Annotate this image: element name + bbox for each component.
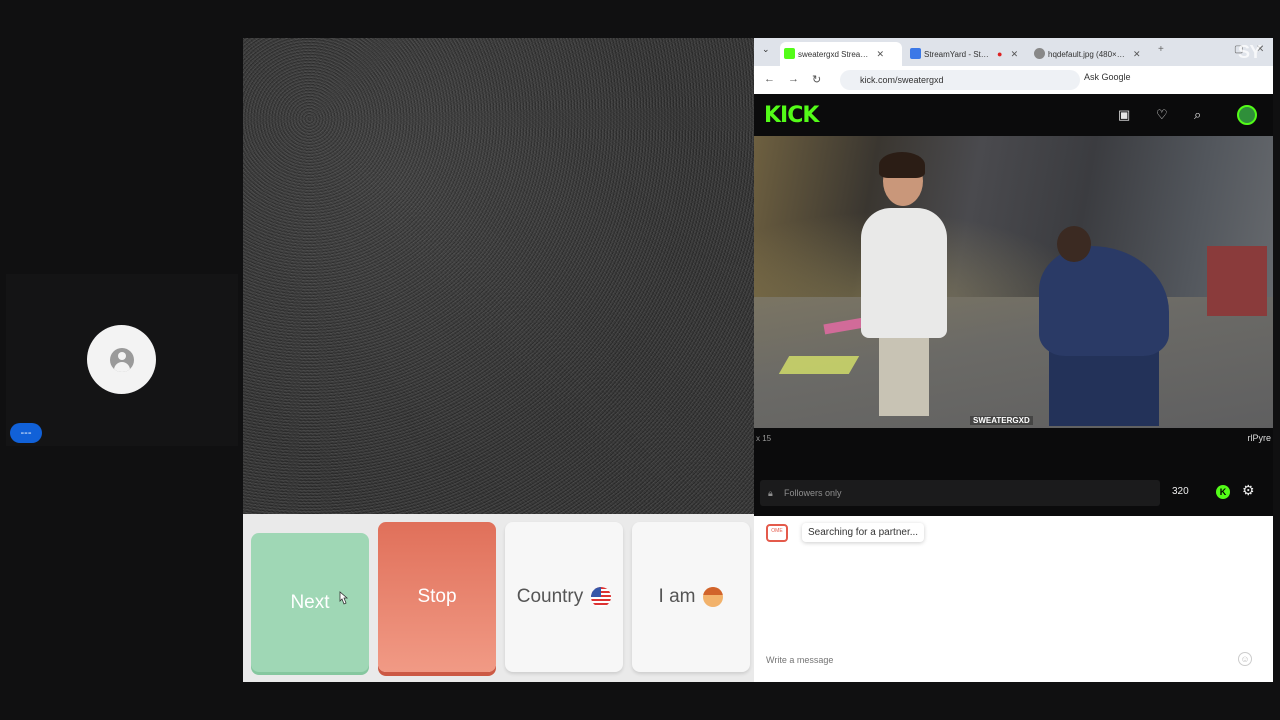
video-person-bystander bbox=[1029, 226, 1179, 426]
lock-icon: 🔒︎ bbox=[768, 488, 773, 498]
next-button[interactable]: Next bbox=[251, 533, 369, 672]
streamyard-stage: --- Next Stop Country I am ⌄ sweatergxd … bbox=[0, 0, 1280, 720]
participant-name-badge[interactable]: --- bbox=[10, 423, 42, 443]
new-tab-icon[interactable]: + bbox=[1158, 44, 1164, 55]
country-button-label: Country bbox=[516, 586, 584, 607]
search-icon[interactable]: ⌕ bbox=[1194, 107, 1201, 123]
recording-icon: ● bbox=[997, 49, 1003, 59]
globe-icon bbox=[1034, 48, 1045, 59]
url-text: kick.com/sweatergxd bbox=[860, 75, 944, 85]
viewer-count: 320 bbox=[1172, 486, 1189, 497]
video-scene-cart bbox=[1207, 246, 1267, 316]
person-icon bbox=[109, 347, 134, 372]
emoji-icon[interactable]: ☺ bbox=[1238, 652, 1252, 666]
tab-kick-label: sweatergxd Strea… bbox=[798, 50, 869, 59]
tab-strip: ⌄ sweatergxd Strea… ✕ StreamYard - St… ●… bbox=[754, 38, 1273, 66]
participant-avatar bbox=[87, 325, 156, 394]
stop-button-label: Stop bbox=[417, 586, 457, 607]
user-avatar[interactable] bbox=[1237, 105, 1257, 125]
heart-icon[interactable]: ♡ bbox=[1156, 107, 1168, 123]
close-icon[interactable]: ✕ bbox=[1011, 49, 1019, 59]
back-icon[interactable]: ← bbox=[764, 73, 775, 85]
us-flag-icon bbox=[591, 587, 612, 607]
country-button[interactable]: Country bbox=[505, 522, 623, 672]
tab-streamyard-label: StreamYard - St… bbox=[924, 50, 989, 59]
video-overlay-tag: SWEATERGXD bbox=[970, 416, 1033, 425]
ome-chat-panel: OME Searching for a partner... ☺ bbox=[758, 516, 1266, 678]
ome-control-bar: Next Stop Country I am bbox=[243, 514, 754, 682]
tab-streamyard[interactable]: StreamYard - St… ● ✕ bbox=[906, 42, 1024, 66]
mouse-cursor-icon bbox=[339, 591, 349, 605]
ask-google-button[interactable]: Ask Google bbox=[1084, 72, 1131, 82]
status-message: Searching for a partner... bbox=[802, 523, 925, 542]
close-icon[interactable]: ✕ bbox=[877, 49, 885, 59]
streamyard-watermark-logo: SY bbox=[1237, 42, 1262, 62]
next-button-label: Next bbox=[290, 591, 330, 613]
stop-button[interactable]: Stop bbox=[378, 522, 496, 672]
forward-icon[interactable]: → bbox=[788, 73, 799, 85]
tab-hqdefault-label: hqdefault.jpg (480×… bbox=[1048, 50, 1125, 59]
kick-badge-icon[interactable]: K bbox=[1216, 485, 1230, 499]
chat-right-text: rlPyre bbox=[1247, 433, 1271, 443]
streamyard-icon bbox=[910, 48, 921, 59]
video-static-feed bbox=[243, 38, 754, 514]
reload-icon[interactable]: ↻ bbox=[812, 73, 821, 86]
kick-chat-input[interactable]: 🔒︎ Followers only bbox=[760, 480, 1160, 506]
participant-tile: --- bbox=[6, 274, 238, 446]
chat-left-text: x 15 bbox=[756, 434, 772, 443]
chat-strip: x 15 rlPyre bbox=[754, 428, 1273, 454]
i-am-button[interactable]: I am bbox=[632, 522, 750, 672]
tab-hqdefault[interactable]: hqdefault.jpg (480×… ✕ bbox=[1030, 42, 1148, 66]
message-input[interactable] bbox=[766, 655, 1236, 665]
gear-icon[interactable]: ⚙ bbox=[1242, 482, 1255, 499]
browser-window: ⌄ sweatergxd Strea… ✕ StreamYard - St… ●… bbox=[754, 38, 1273, 516]
ome-tv-icon: OME bbox=[766, 524, 788, 542]
close-icon[interactable]: ✕ bbox=[1133, 49, 1141, 59]
kick-chat-placeholder: Followers only bbox=[784, 488, 842, 498]
live-video-player[interactable]: SWEATERGXD bbox=[754, 136, 1273, 428]
video-scene-chalk bbox=[778, 356, 860, 374]
browse-icon[interactable]: ▣ bbox=[1118, 107, 1130, 123]
kick-chat-controls: 🔒︎ Followers only 320 K ⚙ bbox=[754, 454, 1273, 516]
tab-search-icon[interactable]: ⌄ bbox=[762, 44, 770, 55]
video-person-streamer bbox=[859, 152, 949, 426]
kick-header: KICK ▣ ♡ ⌕ bbox=[754, 94, 1273, 136]
shared-screen: Next Stop Country I am ⌄ sweatergxd Stre… bbox=[243, 38, 1273, 682]
i-am-button-label: I am bbox=[658, 586, 696, 607]
url-field[interactable]: kick.com/sweatergxd bbox=[840, 70, 1080, 90]
kick-logo[interactable]: KICK bbox=[764, 103, 819, 128]
kick-logo-icon bbox=[784, 48, 795, 59]
person-emoji-icon bbox=[703, 587, 724, 607]
tab-kick[interactable]: sweatergxd Strea… ✕ bbox=[780, 42, 902, 66]
